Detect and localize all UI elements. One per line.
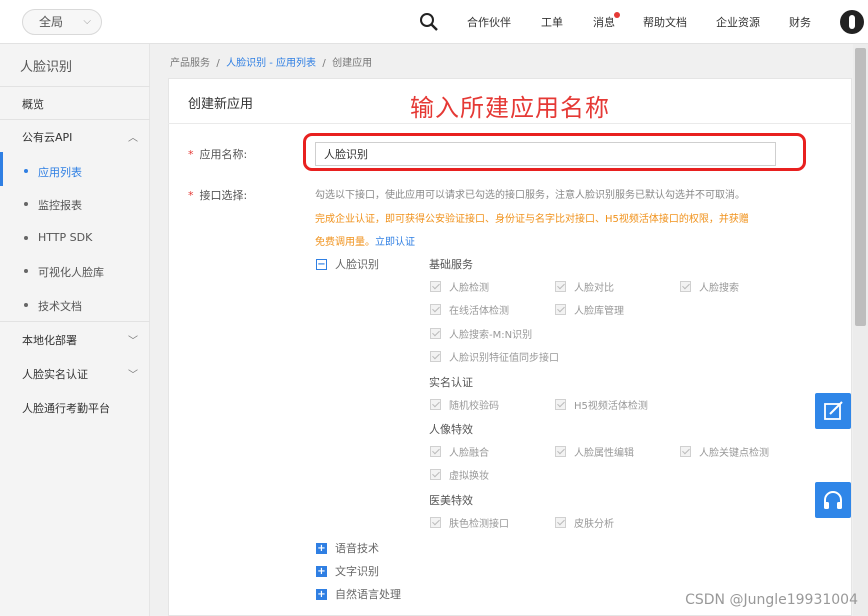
breadcrumb-separator: /	[216, 58, 220, 69]
expand-icon[interactable]: +	[316, 565, 327, 577]
expand-icon[interactable]: +	[316, 542, 327, 554]
search-icon[interactable]	[419, 12, 439, 32]
app-name-label: * 应用名称:	[188, 148, 248, 161]
sidebar-item-label: HTTP SDK	[38, 231, 93, 244]
sidebar-item-tech-docs[interactable]: 技术文档	[0, 298, 150, 314]
sidebar-item-label: 公有云API	[22, 131, 73, 144]
headset-icon	[824, 491, 842, 509]
region-label: 全局	[39, 15, 64, 29]
feedback-button[interactable]	[815, 393, 851, 429]
nav-enterprise-resources[interactable]: 企业资源	[716, 14, 760, 30]
nav-finance[interactable]: 财务	[789, 14, 811, 30]
api-description: 勾选以下接口，使此应用可以请求已勾选的接口服务，注意人脸识别服务已默认勾选并不可…	[315, 190, 745, 201]
page-title: 创建新应用	[188, 97, 254, 112]
message-badge	[614, 12, 620, 18]
app-name-input[interactable]	[315, 142, 776, 166]
sidebar-item-label: 应用列表	[38, 166, 82, 179]
breadcrumb: 产品服务 / 人脸识别 - 应用列表 / 创建应用	[170, 54, 372, 69]
nav-messages[interactable]: 消息	[593, 14, 615, 30]
checkbox-face-detect: 人脸检测	[430, 279, 489, 294]
chevron-down-icon: ⌵	[83, 16, 91, 27]
sidebar-item-overview[interactable]: 概览	[0, 96, 150, 112]
group-realname-auth: 实名认证	[429, 376, 473, 389]
scrollbar-thumb[interactable]	[855, 48, 866, 326]
checkbox-skin-color[interactable]: 肤色检测接口	[430, 515, 509, 530]
group-portrait-effects: 人像特效	[429, 423, 473, 436]
sidebar-item-monitor[interactable]: 监控报表	[0, 197, 150, 213]
sidebar-item-http-sdk[interactable]: HTTP SDK	[0, 231, 150, 244]
avatar[interactable]	[840, 10, 864, 34]
sidebar-divider	[0, 321, 150, 322]
sidebar-item-label: 技术文档	[38, 300, 82, 313]
edit-icon	[824, 401, 843, 420]
checkbox-face-search-mn: 人脸搜索-M:N识别	[430, 326, 532, 341]
tree-node-ocr[interactable]: + 文字识别	[316, 563, 379, 579]
api-select-label: * 接口选择:	[188, 189, 248, 202]
nav-tickets[interactable]: 工单	[541, 14, 563, 30]
breadcrumb-item[interactable]: 产品服务	[170, 58, 210, 69]
sidebar-item-face-library[interactable]: 可视化人脸库	[0, 264, 150, 280]
tree-node-speech[interactable]: + 语音技术	[316, 540, 379, 556]
sidebar-item-label: 监控报表	[38, 199, 82, 212]
top-bar: 全局 ⌵ 合作伙伴 工单 消息 帮助文档 企业资源 财务	[0, 0, 868, 44]
sidebar-item-realname[interactable]: 人脸实名认证 ﹀	[0, 366, 150, 382]
sidebar-item-label: 本地化部署	[22, 334, 77, 347]
group-beauty-effects: 医美特效	[429, 494, 473, 507]
checkbox-face-compare: 人脸对比	[555, 279, 614, 294]
group-basic-services: 基础服务	[429, 258, 473, 271]
collapse-icon[interactable]: −	[316, 258, 327, 270]
watermark: CSDN @Jungle19931004	[685, 592, 858, 608]
sidebar-item-public-api[interactable]: 公有云API ︿	[0, 129, 150, 145]
sidebar-item-local-deploy[interactable]: 本地化部署 ﹀	[0, 332, 150, 348]
sidebar-item-label: 可视化人脸库	[38, 266, 104, 279]
checkbox-h5-liveness[interactable]: H5视频活体检测	[555, 397, 648, 412]
checkbox-feature-sync: 人脸识别特征值同步接口	[430, 349, 559, 364]
sidebar-item-label: 人脸实名认证	[22, 368, 88, 381]
sidebar-title: 人脸识别	[20, 60, 73, 75]
checkbox-face-fusion[interactable]: 人脸融合	[430, 444, 489, 459]
auth-notice-2: 免费调用量。立即认证	[315, 237, 415, 248]
chevron-down-icon: ﹀	[128, 336, 138, 347]
nav-help-docs[interactable]: 帮助文档	[643, 14, 687, 30]
checkbox-face-search: 人脸搜索	[680, 279, 739, 294]
verify-now-link[interactable]: 立即认证	[375, 237, 415, 248]
checkbox-face-keypoints[interactable]: 人脸关键点检测	[680, 444, 769, 459]
sidebar-divider	[0, 119, 150, 120]
tree-node-nlp[interactable]: + 自然语言处理	[316, 586, 401, 602]
annotation-text: 输入所建应用名称	[410, 94, 610, 122]
sidebar-item-app-list[interactable]: 应用列表	[0, 164, 150, 180]
region-selector[interactable]: 全局 ⌵	[22, 9, 102, 35]
support-button[interactable]	[815, 482, 851, 518]
tree-node-face-recognition[interactable]: − 人脸识别	[316, 256, 379, 272]
expand-icon[interactable]: +	[316, 588, 327, 600]
breadcrumb-item[interactable]: 人脸识别 - 应用列表	[226, 58, 316, 69]
checkbox-skin-analysis[interactable]: 皮肤分析	[555, 515, 614, 530]
chevron-down-icon: ﹀	[128, 370, 138, 381]
nav-partners[interactable]: 合作伙伴	[467, 14, 511, 30]
chevron-up-icon: ︿	[128, 133, 138, 144]
checkbox-face-library-mgmt: 人脸库管理	[555, 302, 624, 317]
breadcrumb-current: 创建应用	[332, 58, 373, 69]
checkbox-face-attr-edit[interactable]: 人脸属性编辑	[555, 444, 634, 459]
panel-divider	[168, 123, 852, 124]
checkbox-online-liveness: 在线活体检测	[430, 302, 509, 317]
checkbox-virtual-makeup[interactable]: 虚拟换妆	[430, 467, 489, 482]
sidebar-divider	[0, 86, 150, 87]
auth-notice: 完成企业认证，即可获得公安验证接口、身份证与名字比对接口、H5视频活体接口的权限…	[315, 214, 749, 225]
checkbox-random-code[interactable]: 随机校验码	[430, 397, 499, 412]
breadcrumb-separator: /	[322, 58, 326, 69]
sidebar-item-attendance[interactable]: 人脸通行考勤平台	[0, 400, 150, 416]
